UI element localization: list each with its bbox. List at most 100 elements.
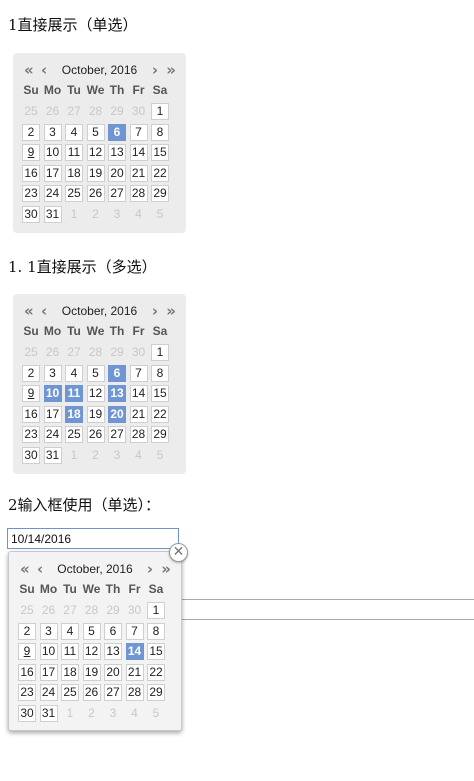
day-cell[interactable]: 7 [129, 123, 148, 141]
day-cell[interactable]: 29 [147, 684, 165, 701]
day-cell[interactable]: 1 [147, 602, 165, 619]
next-year-icon[interactable]: » [166, 62, 176, 78]
day-cell[interactable]: 14 [125, 643, 144, 660]
other-month-day[interactable]: 27 [61, 602, 79, 619]
day-cell[interactable]: 28 [129, 426, 148, 443]
prev-month-icon[interactable]: ‹ [37, 561, 43, 577]
day-cell[interactable]: 17 [43, 164, 62, 182]
next-month-icon[interactable]: › [152, 62, 158, 78]
day-cell[interactable]: 11 [65, 385, 83, 402]
day-cell[interactable]: 13 [104, 643, 122, 660]
day-cell[interactable]: 28 [125, 684, 144, 701]
other-month-day[interactable]: 30 [130, 344, 148, 361]
day-cell[interactable]: 20 [108, 164, 126, 182]
other-month-day[interactable]: 5 [151, 447, 169, 464]
day-cell[interactable]: 18 [61, 663, 79, 681]
day-cell[interactable]: 26 [82, 684, 101, 701]
day-cell[interactable]: 1 [151, 103, 169, 120]
day-cell[interactable]: 23 [22, 185, 40, 202]
next-month-icon[interactable]: › [152, 303, 158, 319]
day-cell[interactable]: 9 [22, 144, 40, 161]
day-cell[interactable]: 3 [43, 123, 62, 141]
prev-month-icon[interactable]: ‹ [41, 303, 47, 319]
day-cell[interactable]: 19 [86, 405, 105, 423]
other-month-day[interactable]: 4 [130, 447, 148, 464]
day-cell[interactable]: 14 [129, 385, 148, 402]
day-cell[interactable]: 25 [61, 684, 79, 701]
day-cell[interactable]: 31 [43, 446, 62, 464]
day-cell[interactable]: 27 [104, 684, 122, 701]
day-cell[interactable]: 12 [86, 144, 105, 161]
day-cell[interactable]: 18 [65, 405, 83, 423]
day-cell[interactable]: 23 [18, 684, 36, 701]
day-cell[interactable]: 21 [125, 663, 144, 681]
close-icon[interactable]: ✕ [169, 543, 188, 562]
day-cell[interactable]: 13 [108, 144, 126, 161]
other-month-day[interactable]: 25 [22, 344, 40, 361]
day-cell[interactable]: 24 [43, 185, 62, 202]
day-cell[interactable]: 31 [39, 704, 58, 722]
day-cell[interactable]: 10 [43, 385, 62, 402]
other-month-day[interactable]: 28 [83, 602, 101, 619]
day-cell[interactable]: 29 [151, 426, 169, 443]
other-month-day[interactable]: 2 [83, 705, 101, 722]
other-month-day[interactable]: 1 [65, 206, 83, 223]
other-month-day[interactable]: 2 [87, 447, 105, 464]
date-input[interactable] [7, 528, 179, 549]
day-cell[interactable]: 17 [39, 663, 58, 681]
day-cell[interactable]: 11 [65, 144, 83, 161]
day-cell[interactable]: 20 [104, 663, 122, 681]
other-month-day[interactable]: 26 [40, 602, 58, 619]
other-month-day[interactable]: 29 [108, 344, 126, 361]
day-cell[interactable]: 26 [86, 426, 105, 443]
day-cell[interactable]: 12 [86, 385, 105, 402]
other-month-day[interactable]: 29 [104, 602, 122, 619]
other-month-day[interactable]: 30 [126, 602, 144, 619]
day-cell[interactable]: 7 [125, 622, 144, 640]
day-cell[interactable]: 12 [82, 643, 101, 660]
day-cell[interactable]: 15 [151, 144, 169, 161]
day-cell[interactable]: 19 [86, 164, 105, 182]
other-month-day[interactable]: 29 [108, 103, 126, 120]
other-month-day[interactable]: 30 [130, 103, 148, 120]
day-cell[interactable]: 30 [18, 704, 36, 722]
prev-month-icon[interactable]: ‹ [41, 62, 47, 78]
day-cell[interactable]: 8 [151, 123, 169, 141]
day-cell[interactable]: 14 [129, 144, 148, 161]
other-month-day[interactable]: 27 [65, 344, 83, 361]
other-month-day[interactable]: 2 [87, 206, 105, 223]
day-cell[interactable]: 31 [43, 205, 62, 223]
day-cell[interactable]: 17 [43, 405, 62, 423]
day-cell[interactable]: 15 [147, 643, 165, 660]
other-month-day[interactable]: 3 [108, 447, 126, 464]
prev-year-icon[interactable]: « [24, 303, 34, 319]
other-month-day[interactable]: 4 [130, 206, 148, 223]
other-month-day[interactable]: 27 [65, 103, 83, 120]
day-cell[interactable]: 6 [108, 364, 126, 382]
day-cell[interactable]: 3 [39, 622, 58, 640]
day-cell[interactable]: 5 [86, 123, 105, 141]
next-month-icon[interactable]: › [147, 561, 153, 577]
day-cell[interactable]: 24 [39, 684, 58, 701]
other-month-day[interactable]: 5 [147, 705, 165, 722]
day-cell[interactable]: 22 [147, 663, 165, 681]
other-month-day[interactable]: 1 [61, 705, 79, 722]
day-cell[interactable]: 21 [129, 164, 148, 182]
day-cell[interactable]: 4 [65, 364, 83, 382]
other-month-day[interactable]: 5 [151, 206, 169, 223]
day-cell[interactable]: 29 [151, 185, 169, 202]
prev-year-icon[interactable]: « [24, 62, 34, 78]
day-cell[interactable]: 16 [22, 405, 40, 423]
other-month-day[interactable]: 28 [87, 103, 105, 120]
day-cell[interactable]: 5 [86, 364, 105, 382]
day-cell[interactable]: 8 [151, 364, 169, 382]
day-cell[interactable]: 19 [82, 663, 101, 681]
other-month-day[interactable]: 3 [108, 206, 126, 223]
day-cell[interactable]: 18 [65, 164, 83, 182]
other-month-day[interactable]: 3 [104, 705, 122, 722]
day-cell[interactable]: 9 [18, 643, 36, 660]
day-cell[interactable]: 2 [18, 622, 36, 640]
day-cell[interactable]: 30 [22, 205, 40, 223]
day-cell[interactable]: 15 [151, 385, 169, 402]
other-month-day[interactable]: 28 [87, 344, 105, 361]
